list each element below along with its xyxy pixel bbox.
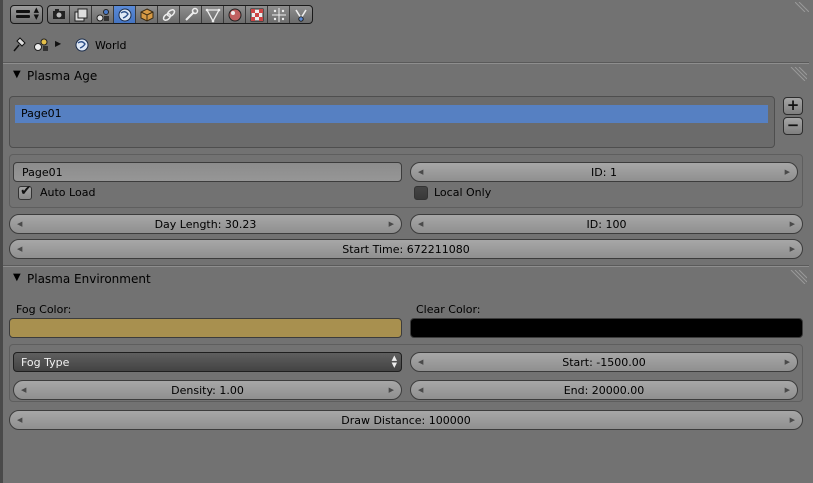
auto-load-label: Auto Load [40,186,96,199]
fog-type-dropdown[interactable]: Fog Type ▲ ▼ [13,352,402,372]
physics-icon [295,9,307,22]
auto-load-checkbox[interactable]: ✔ Auto Load [18,183,138,202]
increment-arrow-icon[interactable]: ▶ [389,215,394,234]
constraints-icon [162,9,176,21]
increment-arrow-icon[interactable]: ▶ [389,381,394,400]
tab-particles[interactable] [268,6,290,23]
day-length-field[interactable]: ◀ Day Length: 30.23 ▶ [9,214,402,234]
fog-color-label: Fog Color: [16,303,72,316]
decrement-arrow-icon[interactable]: ◀ [21,381,26,400]
fog-start-value: Start: -1500.00 [562,356,646,369]
increment-arrow-icon[interactable]: ▶ [790,215,795,234]
auto-load-check[interactable]: ✔ [18,183,32,200]
render-layers-icon [74,8,88,22]
increment-arrow-icon[interactable]: ▶ [790,411,795,430]
decrement-arrow-icon[interactable]: ◀ [17,411,22,430]
panel-drag-grip-icon[interactable] [789,67,807,81]
page-name-field[interactable]: Page01 [13,162,402,182]
day-length-value: Day Length: 30.23 [154,218,257,231]
age-id-value: ID: 100 [586,218,627,231]
plasma-environment-panel-header[interactable]: ▼ Plasma Environment [3,266,809,290]
data-icon [205,8,221,23]
age-id-field[interactable]: ◀ ID: 100 ▶ [410,214,803,234]
draw-distance-value: Draw Distance: 100000 [341,414,471,427]
area-split-corner-icon[interactable] [795,2,809,12]
texture-icon [250,8,264,22]
tab-modifiers[interactable] [180,6,202,23]
collapse-triangle-icon: ▼ [13,272,21,283]
tab-render-layers[interactable] [70,6,92,23]
clear-color-swatch[interactable] [410,318,803,338]
breadcrumb-world-label: World [95,39,127,52]
add-page-button[interactable]: + [783,97,803,115]
decrement-arrow-icon[interactable]: ◀ [17,215,22,234]
increment-arrow-icon[interactable]: ▶ [785,163,790,182]
render-icon [53,9,65,19]
plasma-environment-panel-title: Plasma Environment [27,272,151,286]
panel-drag-grip-icon[interactable] [789,270,807,284]
fog-end-value: End: 20000.00 [563,384,645,397]
material-icon [228,8,242,22]
increment-arrow-icon[interactable]: ▶ [785,353,790,372]
collapse-triangle-icon: ▼ [13,69,21,80]
properties-editor-icon [16,10,30,20]
breadcrumb-separator-icon: ▶ [55,39,62,48]
local-only-label: Local Only [434,186,492,199]
checkmark-icon: ✔ [20,183,32,199]
scene-icon [34,38,48,51]
tab-world[interactable] [114,6,136,23]
draw-distance-field[interactable]: ◀ Draw Distance: 100000 ▶ [9,410,803,430]
age-pages-list[interactable]: Page01 [9,96,775,148]
local-only-check[interactable] [414,186,428,200]
fog-density-field[interactable]: ◀ Density: 1.00 ▶ [13,380,402,400]
remove-page-button[interactable]: − [783,117,803,135]
context-tabs [47,5,313,24]
modifiers-icon [185,7,199,21]
fog-type-value: Fog Type [21,356,70,369]
tab-constraints[interactable] [158,6,180,23]
world-icon [75,38,89,52]
page-id-value: ID: 1 [591,166,617,179]
tab-physics[interactable] [290,6,312,23]
tab-data[interactable] [202,6,224,23]
decrement-arrow-icon[interactable]: ◀ [418,353,423,372]
fog-color-swatch[interactable] [9,318,402,338]
tab-texture[interactable] [246,6,268,23]
plasma-age-panel-title: Plasma Age [27,69,98,83]
plasma-age-panel-header[interactable]: ▼ Plasma Age [3,63,809,87]
world-icon [118,8,132,22]
dropdown-arrows-icon: ▲ ▼ [391,354,397,369]
local-only-checkbox[interactable]: Local Only [414,186,534,202]
editor-type-selector[interactable]: ▲ ▼ [10,5,43,24]
start-time-field[interactable]: ◀ Start Time: 672211080 ▶ [9,239,803,259]
decrement-arrow-icon[interactable]: ◀ [418,163,423,182]
fog-density-value: Density: 1.00 [171,384,244,397]
decrement-arrow-icon[interactable]: ◀ [17,240,22,259]
tab-render[interactable] [48,6,70,23]
dropdown-arrows-icon: ▲ ▼ [33,6,39,21]
start-time-value: Start Time: 672211080 [342,243,470,256]
pin-icon[interactable] [11,37,27,53]
increment-arrow-icon[interactable]: ▶ [785,381,790,400]
list-item[interactable]: Page01 [15,105,768,123]
scene-icon [96,9,109,22]
clear-color-label: Clear Color: [416,303,481,316]
increment-arrow-icon[interactable]: ▶ [790,240,795,259]
fog-end-field[interactable]: ◀ End: 20000.00 ▶ [410,380,798,400]
properties-header: ▲ ▼ [3,0,813,28]
page-id-field[interactable]: ◀ ID: 1 ▶ [410,162,798,182]
particles-icon [272,8,286,22]
decrement-arrow-icon[interactable]: ◀ [418,381,423,400]
tab-material[interactable] [224,6,246,23]
fog-start-field[interactable]: ◀ Start: -1500.00 ▶ [410,352,798,372]
breadcrumb: ▶ World [3,31,813,59]
decrement-arrow-icon[interactable]: ◀ [418,215,423,234]
object-icon [140,8,154,22]
tab-object[interactable] [136,6,158,23]
tab-scene[interactable] [92,6,114,23]
